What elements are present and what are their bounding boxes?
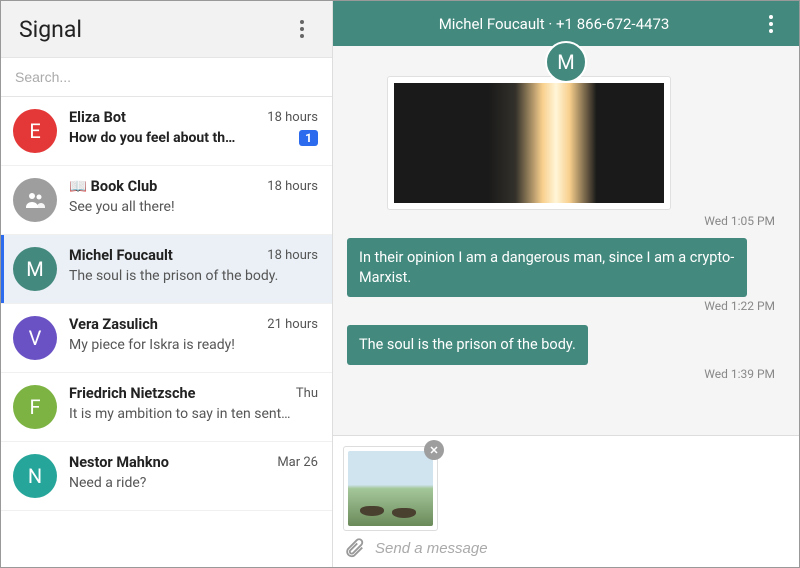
app-root: Signal E Eliza Bot 18 hours How do you feel… [0, 0, 800, 568]
conversation-time: Thu [296, 386, 318, 401]
conversation-time: 21 hours [267, 317, 318, 332]
conversation-preview: How do you feel about th… [69, 130, 291, 146]
chat-more-icon[interactable] [759, 12, 783, 36]
paperclip-icon[interactable] [343, 537, 365, 559]
conversation-name: Vera Zasulich [69, 316, 259, 333]
chat-header-avatar[interactable]: M [545, 41, 587, 83]
conversation-time: 18 hours [267, 248, 318, 263]
conversation-preview: My piece for Iskra is ready! [69, 337, 318, 353]
chat-header: Michel Foucault · +1 866-672-4473 [333, 1, 799, 46]
conversation-name: 📖 Book Club [69, 178, 259, 195]
compose-row [343, 537, 789, 559]
conversation-name: Friedrich Nietzsche [69, 385, 288, 402]
compose-area [333, 435, 799, 567]
message-timestamp: Wed 1:39 PM [704, 367, 785, 381]
sidebar: Signal E Eliza Bot 18 hours How do you feel… [1, 1, 333, 567]
avatar: N [13, 454, 57, 498]
app-title: Signal [19, 16, 290, 43]
unread-badge: 1 [299, 130, 318, 146]
conversation-preview: Need a ride? [69, 475, 318, 491]
message-image[interactable] [387, 76, 671, 210]
chat-contact-name: Michel Foucault [439, 15, 545, 33]
sidebar-header: Signal [1, 1, 332, 57]
conversation-time: 18 hours [267, 179, 318, 194]
message-timestamp: Wed 1:22 PM [704, 299, 785, 313]
attachment-thumbnail [348, 451, 433, 526]
search-wrap [1, 57, 332, 97]
message-bubble[interactable]: The soul is the prison of the body. [347, 325, 588, 365]
conversation-preview: See you all there! [69, 199, 318, 215]
conversation-item[interactable]: 📖 Book Club 18 hours See you all there! [1, 166, 332, 235]
conversation-time: 18 hours [267, 110, 318, 125]
search-input[interactable] [1, 58, 332, 96]
conversation-preview: The soul is the prison of the body. [69, 268, 318, 284]
avatar [13, 178, 57, 222]
messages-area: Wed 1:05 PM In their opinion I am a dange… [333, 46, 799, 435]
conversation-name: Eliza Bot [69, 109, 259, 126]
conversation-time: Mar 26 [277, 455, 318, 470]
conversation-name: Michel Foucault [69, 247, 259, 264]
close-icon[interactable] [424, 440, 444, 460]
conversation-item[interactable]: N Nestor Mahkno Mar 26 Need a ride? [1, 442, 332, 511]
message-timestamp: Wed 1:05 PM [347, 214, 785, 228]
conversation-item[interactable]: E Eliza Bot 18 hours How do you feel about … [1, 97, 332, 166]
conversation-list: E Eliza Bot 18 hours How do you feel about … [1, 97, 332, 567]
avatar: M [545, 41, 587, 83]
conversation-item[interactable]: V Vera Zasulich 21 hours My piece for Iskra… [1, 304, 332, 373]
avatar: F [13, 385, 57, 429]
conversation-name: Nestor Mahkno [69, 454, 269, 471]
conversation-item[interactable]: M Michel Foucault 18 hours The soul is the … [1, 235, 332, 304]
chat-pane: Michel Foucault · +1 866-672-4473 M Wed … [333, 1, 799, 567]
message-bubble[interactable]: In their opinion I am a dangerous man, s… [347, 238, 747, 297]
avatar: E [13, 109, 57, 153]
sidebar-more-icon[interactable] [290, 17, 314, 41]
attachment-preview[interactable] [343, 446, 438, 531]
conversation-preview: It is my ambition to say in ten sent… [69, 406, 318, 422]
conversation-item[interactable]: F Friedrich Nietzsche Thu It is my ambition… [1, 373, 332, 442]
avatar: M [13, 247, 57, 291]
chat-header-title: Michel Foucault · +1 866-672-4473 [349, 15, 759, 33]
avatar: V [13, 316, 57, 360]
chat-contact-phone: +1 866-672-4473 [556, 15, 669, 33]
message-input[interactable] [375, 540, 789, 557]
